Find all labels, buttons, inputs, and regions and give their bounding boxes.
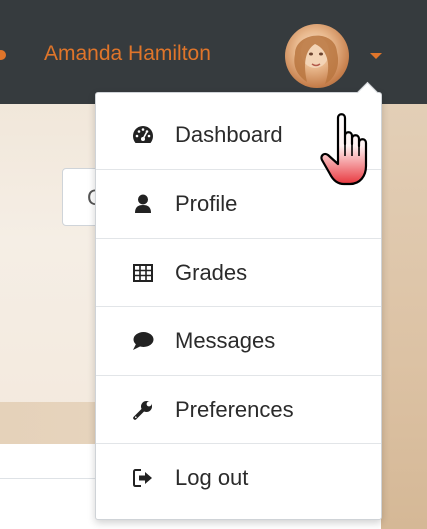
menu-item-label: Dashboard — [175, 122, 283, 147]
wrench-icon — [132, 399, 154, 421]
menu-item-grades[interactable]: Grades — [96, 239, 381, 307]
menu-item-label: Messages — [175, 328, 276, 353]
menu-item-dashboard[interactable]: Dashboard — [96, 101, 381, 169]
user-dropdown-menu: Dashboard Profile Grades Messages Prefer… — [95, 92, 382, 520]
menu-item-label: Grades — [175, 260, 248, 285]
comment-icon — [132, 330, 154, 352]
menu-item-label: Log out — [175, 465, 249, 490]
menu-item-preferences[interactable]: Preferences — [96, 376, 381, 444]
tachometer-icon — [132, 124, 154, 146]
sign-out-icon — [132, 467, 154, 489]
menu-item-label: Profile — [175, 191, 238, 216]
user-menu-toggle-name[interactable]: Amanda Hamilton — [44, 42, 211, 66]
table-icon — [132, 262, 154, 284]
caret-down-icon[interactable] — [370, 53, 382, 59]
user-avatar[interactable] — [285, 24, 349, 88]
menu-item-label: Preferences — [175, 397, 294, 422]
user-icon — [132, 193, 154, 215]
menu-item-profile[interactable]: Profile — [96, 170, 381, 238]
menu-item-logout[interactable]: Log out — [96, 444, 381, 512]
menu-item-messages[interactable]: Messages — [96, 307, 381, 375]
page-right-strip — [381, 104, 427, 529]
